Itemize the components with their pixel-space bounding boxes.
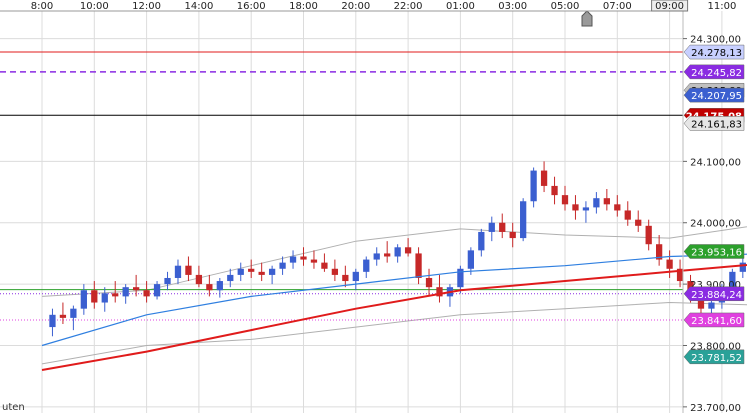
candle-body bbox=[153, 284, 161, 297]
price-badge-label: 23.841,60 bbox=[691, 316, 742, 327]
time-tick-label: 22:00 bbox=[394, 1, 423, 12]
time-tick-label: 05:00 bbox=[551, 1, 580, 12]
candle-body bbox=[112, 293, 119, 297]
price-badge-label: 24.278,13 bbox=[691, 48, 742, 59]
price-tick-label: 24.000,00 bbox=[690, 219, 741, 230]
price-badge-label: 23.781,52 bbox=[691, 353, 742, 364]
candle-body bbox=[248, 268, 255, 272]
time-tick-label: 12:00 bbox=[132, 1, 161, 12]
candle-body bbox=[363, 259, 370, 272]
price-chart: 148,2, 0,6 %, Balken:17148,2, 0,6 %, Bal… bbox=[0, 0, 747, 413]
candle-body bbox=[206, 284, 213, 291]
price-tick-label: 24.300,00 bbox=[690, 35, 741, 46]
candle-body bbox=[425, 277, 433, 288]
time-tick-label: 09:00 bbox=[655, 1, 684, 12]
candle-body bbox=[708, 302, 715, 309]
time-tick-label: 11:00 bbox=[707, 1, 736, 12]
candle-body bbox=[237, 268, 244, 275]
candle-body bbox=[509, 231, 516, 239]
candle-body bbox=[582, 207, 590, 211]
candle-body bbox=[268, 268, 276, 275]
candle-body bbox=[645, 225, 652, 245]
price-tick-label: 24.100,00 bbox=[690, 157, 741, 168]
candle-body bbox=[624, 210, 631, 220]
candle-body bbox=[352, 271, 359, 282]
candle-body bbox=[666, 259, 673, 269]
time-tick-label: 18:00 bbox=[289, 1, 318, 12]
candle-body bbox=[394, 247, 401, 257]
price-badge-label: 24.161,83 bbox=[691, 119, 742, 130]
price-badge-label: 24.245,82 bbox=[691, 68, 742, 79]
price-badge-label: 23.953,16 bbox=[691, 247, 742, 258]
bottom-label: uten bbox=[2, 402, 25, 413]
candle-body bbox=[593, 198, 600, 208]
candle-body bbox=[49, 314, 56, 328]
time-tick-label: 20:00 bbox=[341, 1, 370, 12]
candle-body bbox=[635, 219, 642, 226]
time-tick-label: 10:00 bbox=[80, 1, 109, 12]
candle-body bbox=[321, 262, 328, 269]
price-badge-label: 23.884,24 bbox=[691, 290, 742, 301]
candle-body bbox=[310, 259, 318, 263]
time-tick-label: 16:00 bbox=[237, 1, 266, 12]
candle-body bbox=[216, 281, 223, 291]
candle-body bbox=[404, 247, 412, 254]
time-tick-label: 07:00 bbox=[603, 1, 632, 12]
candle-body bbox=[614, 204, 621, 211]
candle-body bbox=[561, 195, 569, 205]
candle-body bbox=[551, 185, 558, 196]
candle-body bbox=[70, 308, 77, 318]
candle-body bbox=[342, 274, 349, 282]
candle-body bbox=[384, 253, 391, 257]
candle-body bbox=[143, 290, 150, 297]
candle-body bbox=[572, 204, 579, 211]
candle-body bbox=[59, 314, 67, 318]
time-tick-label: 14:00 bbox=[184, 1, 213, 12]
candle-body bbox=[91, 290, 98, 303]
candle-body bbox=[133, 287, 140, 291]
candle-body bbox=[289, 256, 297, 263]
chart-root: 148,2, 0,6 %, Balken:17148,2, 0,6 %, Bal… bbox=[0, 0, 747, 413]
candle-body bbox=[739, 262, 746, 272]
time-tick-label: 03:00 bbox=[498, 1, 527, 12]
candle-body bbox=[499, 222, 506, 232]
candle-body bbox=[227, 274, 234, 282]
candle-body bbox=[467, 250, 474, 269]
candle-body bbox=[279, 262, 286, 269]
candle-body bbox=[80, 290, 87, 309]
price-tick-label: 23.700,00 bbox=[690, 403, 741, 413]
price-badge-label: 24.207,95 bbox=[691, 91, 742, 102]
candle-body bbox=[101, 293, 108, 303]
candle-body bbox=[122, 287, 129, 297]
candle-body bbox=[331, 268, 339, 275]
candle-body bbox=[530, 170, 537, 202]
candle-body bbox=[258, 271, 265, 275]
candle-body bbox=[373, 253, 380, 260]
time-tick-label: 01:00 bbox=[446, 1, 475, 12]
candle-body bbox=[195, 274, 203, 285]
candle-body bbox=[300, 256, 307, 260]
candle-body bbox=[488, 222, 495, 232]
candle-body bbox=[478, 231, 485, 251]
candle-body bbox=[520, 201, 527, 239]
candle-body bbox=[164, 277, 171, 285]
candle-body bbox=[603, 198, 610, 205]
time-tick-label: 8:00 bbox=[31, 1, 53, 12]
candle-body bbox=[540, 170, 548, 186]
candle-body bbox=[415, 253, 422, 278]
candle-body bbox=[185, 265, 192, 275]
candle-body bbox=[174, 265, 182, 278]
